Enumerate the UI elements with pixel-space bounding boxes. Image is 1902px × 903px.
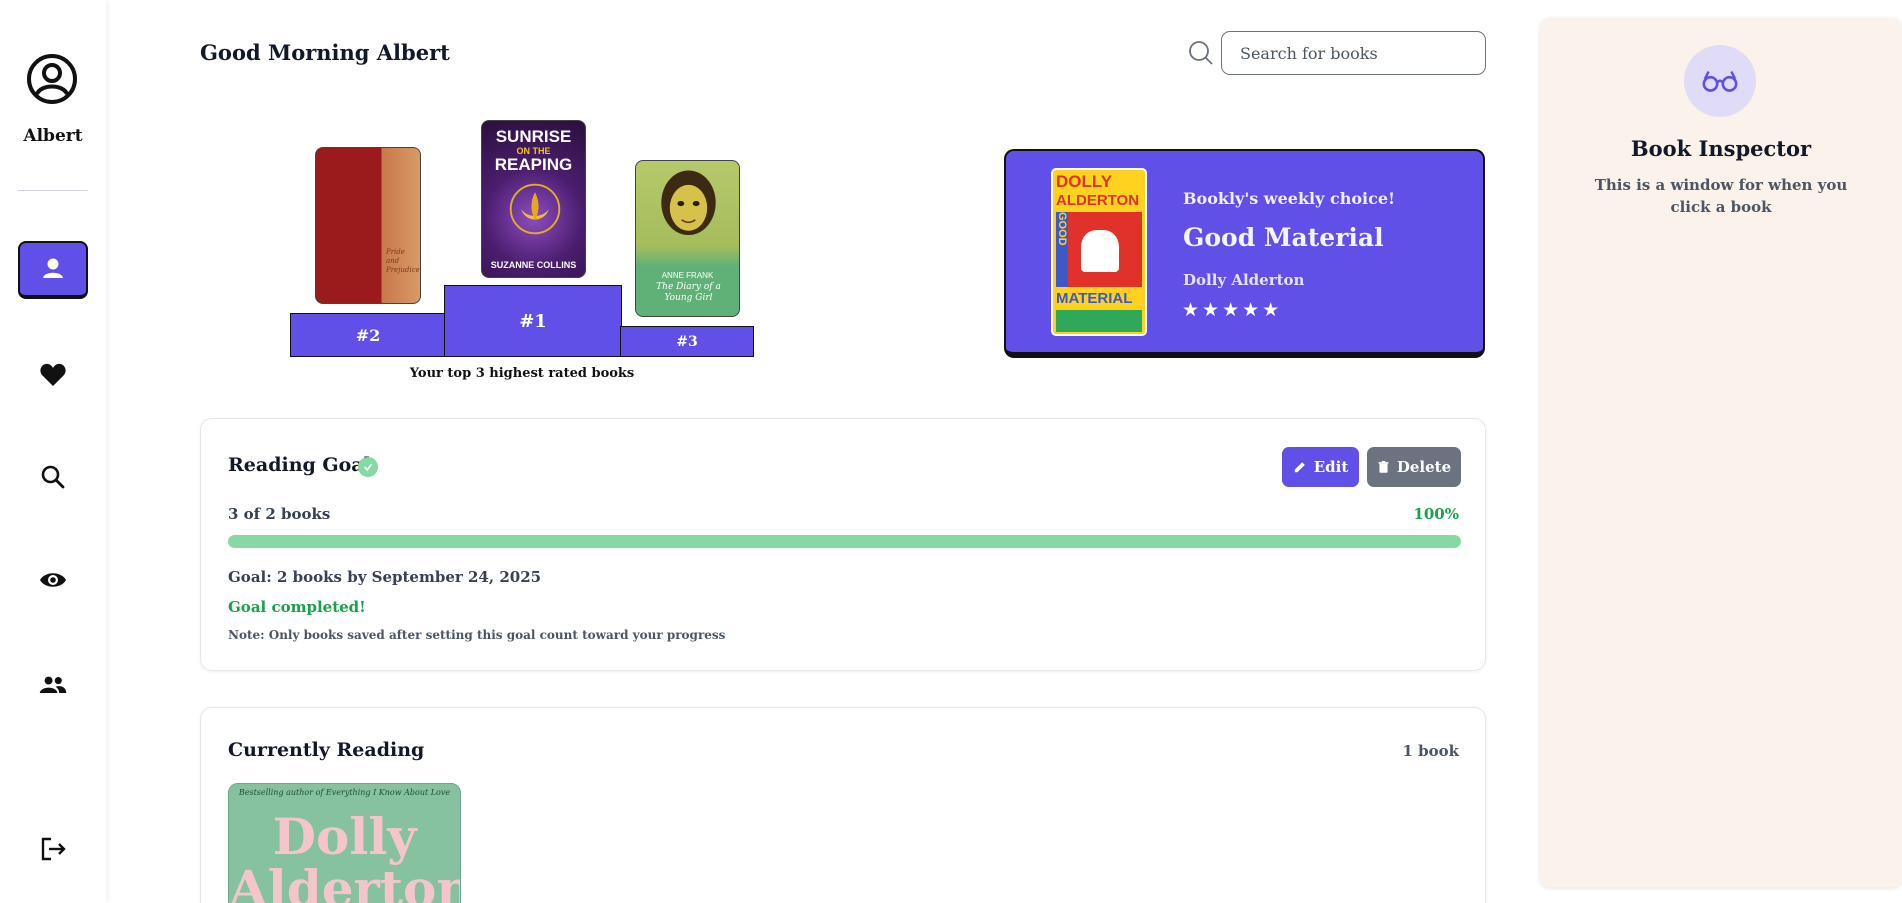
nav-profile-button[interactable] bbox=[18, 241, 88, 299]
heart-icon bbox=[40, 363, 66, 386]
podium-book-3-cover[interactable]: ANNE FRANK The Diary of a Young Girl bbox=[635, 160, 740, 317]
greeting-heading: Good Morning Albert bbox=[200, 40, 450, 65]
search-icon bbox=[41, 465, 65, 489]
inspector-title: Book Inspector bbox=[1630, 136, 1812, 161]
podium-book-2-cover[interactable]: Pride and Prejudice bbox=[315, 147, 421, 304]
nav-search-button[interactable] bbox=[18, 448, 88, 506]
eye-icon bbox=[40, 573, 66, 587]
weekly-choice-card[interactable]: DOLLY ALDERTON GOOD MATERIAL Bookly's we… bbox=[1004, 149, 1485, 358]
edit-goal-button[interactable]: Edit bbox=[1282, 447, 1359, 487]
delete-goal-button[interactable]: Delete bbox=[1367, 447, 1461, 487]
podium-step-1: #1 bbox=[444, 285, 622, 357]
weekly-cover-line3: GOOD bbox=[1056, 212, 1068, 246]
weekly-cover-line1: DOLLY bbox=[1056, 172, 1113, 191]
inspector-icon-circle bbox=[1684, 45, 1756, 117]
podium-book-3-title: The Diary of a Young Girl bbox=[656, 282, 721, 303]
podium-book-1-title-line3: REAPING bbox=[494, 155, 573, 174]
check-circle-icon bbox=[358, 457, 378, 477]
trash-icon bbox=[1378, 460, 1389, 473]
mockingjay-emblem bbox=[509, 183, 561, 235]
edit-label: Edit bbox=[1313, 458, 1349, 476]
podium-book-1-cover[interactable]: SUNRISE ON THE REAPING SUZANNE COLLINS bbox=[481, 120, 586, 278]
search-input[interactable] bbox=[1221, 31, 1486, 75]
cover-name-line2: Alderton bbox=[229, 859, 461, 903]
weekly-kicker: Bookly's weekly choice! bbox=[1183, 189, 1396, 208]
goal-progress-bar bbox=[228, 535, 1461, 548]
nav-friends-button[interactable] bbox=[18, 656, 88, 714]
goal-status-text: Goal completed! bbox=[228, 598, 366, 616]
goal-note-text: Note: Only books saved after setting thi… bbox=[228, 628, 726, 642]
glasses-icon bbox=[1702, 70, 1738, 92]
weekly-cover-line2: ALDERTON bbox=[1056, 192, 1140, 209]
search-icon bbox=[1189, 41, 1213, 65]
goal-progress-fill bbox=[228, 535, 1461, 548]
portrait-image bbox=[661, 170, 716, 236]
podium-book-3-author: ANNE FRANK bbox=[661, 271, 714, 280]
weekly-book-title: Good Material bbox=[1183, 223, 1384, 252]
currently-reading-card: Currently Reading 1 book Bestselling aut… bbox=[200, 707, 1486, 903]
reading-goal-card: Reading Goal Edit Delete 3 of 2 books 10… bbox=[200, 418, 1486, 671]
book-inspector-panel: Book Inspector This is a window for when… bbox=[1540, 18, 1902, 887]
logout-button[interactable] bbox=[18, 820, 88, 878]
goal-deadline-text: Goal: 2 books by September 24, 2025 bbox=[228, 568, 542, 586]
cover-tagline: Bestselling author of Everything I Know … bbox=[238, 788, 451, 797]
currently-reading-count: 1 book bbox=[1402, 742, 1459, 760]
podium-step-2: #2 bbox=[290, 313, 446, 357]
sidebar: Albert bbox=[0, 0, 106, 903]
podium-step-3: #3 bbox=[620, 326, 754, 357]
inspector-description: This is a window for when you click a bo… bbox=[1594, 176, 1848, 216]
podium-book-1-title-line1: SUNRISE bbox=[495, 127, 572, 146]
goal-count-text: 3 of 2 books bbox=[228, 505, 331, 523]
podium-caption: Your top 3 highest rated books bbox=[409, 366, 635, 381]
weekly-cover-line4: MATERIAL bbox=[1056, 290, 1133, 307]
user-name: Albert bbox=[23, 126, 83, 146]
sidebar-divider bbox=[18, 190, 88, 191]
podium-book-2-title: Pride and Prejudice bbox=[386, 248, 420, 274]
weekly-book-author: Dolly Alderton bbox=[1183, 271, 1305, 289]
goal-percent-text: 100% bbox=[1413, 505, 1459, 523]
weekly-book-cover[interactable]: DOLLY ALDERTON GOOD MATERIAL bbox=[1051, 168, 1147, 336]
person-icon bbox=[43, 258, 63, 278]
pencil-icon bbox=[1294, 462, 1305, 473]
nav-favorites-button[interactable] bbox=[18, 346, 88, 404]
currently-reading-title: Currently Reading bbox=[228, 739, 425, 761]
nav-watch-button[interactable] bbox=[18, 551, 88, 609]
currently-reading-book-cover[interactable]: Bestselling author of Everything I Know … bbox=[228, 783, 461, 903]
cover-name-line1: Dolly bbox=[272, 807, 417, 866]
reading-goal-title: Reading Goal bbox=[228, 454, 371, 476]
podium-book-1-author: SUZANNE COLLINS bbox=[490, 260, 577, 270]
user-circle-icon[interactable] bbox=[26, 53, 78, 105]
group-icon bbox=[39, 676, 67, 693]
logout-icon bbox=[41, 837, 66, 861]
delete-label: Delete bbox=[1396, 458, 1452, 476]
weekly-star-rating: ★★★★★ bbox=[1182, 299, 1283, 321]
